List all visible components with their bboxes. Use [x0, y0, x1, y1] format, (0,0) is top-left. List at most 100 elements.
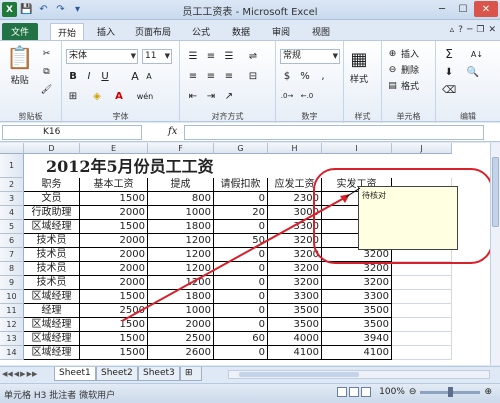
job-title-cell[interactable]: 技术员 [24, 262, 80, 276]
row-header[interactable]: 4 [0, 206, 24, 220]
column-header[interactable]: E [80, 143, 148, 154]
align-center-icon[interactable]: ≡ [204, 69, 218, 83]
row-header[interactable]: 7 [0, 248, 24, 262]
zoom-knob[interactable] [448, 386, 454, 397]
table-header-cell[interactable]: 职务 [24, 178, 80, 192]
table-cell[interactable]: 2000 [148, 318, 214, 332]
horizontal-scroll-thumb[interactable] [239, 372, 359, 377]
table-cell[interactable]: 0 [214, 220, 268, 234]
format-painter-button[interactable]: 🖌 [40, 83, 53, 96]
currency-button[interactable]: $ [280, 69, 294, 83]
row-header[interactable]: 11 [0, 304, 24, 318]
insert-cells-button[interactable]: ⊕ 插入 [386, 47, 419, 61]
job-title-cell[interactable]: 行政助理 [24, 206, 80, 220]
grow-font-button[interactable]: A [128, 69, 142, 83]
table-header-cell[interactable]: 请假扣款 [214, 178, 268, 192]
table-cell[interactable]: 2000 [80, 262, 148, 276]
table-cell[interactable]: 3500 [268, 304, 322, 318]
grid-cell[interactable] [392, 304, 452, 318]
font-size-select[interactable]: 11 ▼ [142, 49, 172, 64]
table-cell[interactable]: 1000 [148, 206, 214, 220]
table-header-cell[interactable]: 提成 [148, 178, 214, 192]
table-cell[interactable]: 60 [214, 332, 268, 346]
table-cell[interactable]: 50 [214, 234, 268, 248]
table-cell[interactable]: 4100 [322, 346, 392, 360]
table-cell[interactable]: 2500 [148, 332, 214, 346]
font-name-select[interactable]: 宋体 ▼ [66, 49, 138, 64]
fill-icon[interactable]: ⬇ [442, 65, 456, 79]
format-cells-button[interactable]: ▤ 格式 [386, 79, 419, 93]
page-layout-view-icon[interactable] [349, 387, 360, 397]
table-cell[interactable]: 0 [214, 290, 268, 304]
minimize-button[interactable]: ─ [432, 1, 452, 17]
job-title-cell[interactable]: 经理 [24, 304, 80, 318]
delete-cells-button[interactable]: ⊖ 删除 [386, 63, 419, 77]
row-header[interactable]: 1 [0, 154, 24, 178]
table-cell[interactable]: 0 [214, 192, 268, 206]
job-title-cell[interactable]: 区域经理 [24, 290, 80, 304]
zoom-level[interactable]: 100% [379, 387, 405, 397]
align-left-icon[interactable]: ≡ [186, 69, 200, 83]
phonetic-button[interactable]: wén [134, 89, 156, 103]
zoom-slider[interactable] [420, 386, 481, 397]
help-icon[interactable]: ? [458, 25, 463, 35]
table-cell[interactable]: 800 [148, 192, 214, 206]
tab-home[interactable]: 开始 [50, 23, 84, 40]
grid-cell[interactable] [392, 318, 452, 332]
table-cell[interactable]: 3500 [268, 318, 322, 332]
align-middle-icon[interactable]: ≡ [204, 49, 218, 63]
vertical-scroll-thumb[interactable] [492, 157, 499, 227]
row-header[interactable]: 9 [0, 276, 24, 290]
zoom-out-icon[interactable]: ⊖ [409, 387, 417, 397]
table-cell[interactable]: 3200 [268, 276, 322, 290]
insert-function-icon[interactable]: fx [168, 126, 177, 137]
row-header[interactable]: 12 [0, 318, 24, 332]
last-sheet-icon[interactable]: ▶▶ [27, 370, 38, 378]
grid-cell[interactable] [392, 276, 452, 290]
increase-indent-icon[interactable]: ⇥ [204, 89, 218, 103]
sort-filter-button[interactable]: A↓ [466, 47, 488, 61]
table-cell[interactable]: 1200 [148, 276, 214, 290]
find-select-button[interactable]: 🔍 [466, 65, 480, 79]
copy-button[interactable]: ⧉ [40, 65, 53, 78]
table-cell[interactable]: 1500 [80, 192, 148, 206]
tab-insert[interactable]: 插入 [90, 23, 122, 40]
tab-formulas[interactable]: 公式 [186, 23, 216, 40]
table-cell[interactable]: 20 [214, 206, 268, 220]
table-cell[interactable]: 3200 [322, 276, 392, 290]
name-box[interactable]: K16 [2, 125, 142, 140]
decrease-indent-icon[interactable]: ⇤ [186, 89, 200, 103]
formula-input[interactable] [184, 125, 484, 140]
comma-button[interactable]: , [316, 69, 330, 83]
vertical-scrollbar[interactable] [490, 143, 500, 365]
job-title-cell[interactable]: 区域经理 [24, 332, 80, 346]
font-color-button[interactable]: A [112, 89, 126, 103]
workbook-minimize-icon[interactable]: ─ [467, 25, 472, 35]
table-cell[interactable]: 1500 [80, 332, 148, 346]
zoom-in-icon[interactable]: ⊕ [484, 387, 492, 397]
row-header[interactable]: 14 [0, 346, 24, 360]
table-cell[interactable]: 1200 [148, 248, 214, 262]
workbook-restore-icon[interactable]: ❐ [476, 25, 484, 35]
prev-sheet-icon[interactable]: ◀ [14, 370, 19, 378]
row-header[interactable]: 8 [0, 262, 24, 276]
row-header[interactable]: 3 [0, 192, 24, 206]
table-cell[interactable]: 1200 [148, 262, 214, 276]
table-cell[interactable]: 0 [214, 304, 268, 318]
number-format-select[interactable]: 常规 ▼ [280, 49, 340, 64]
italic-button[interactable]: I [82, 69, 96, 83]
table-cell[interactable]: 3940 [322, 332, 392, 346]
align-top-icon[interactable]: ☰ [186, 49, 200, 63]
table-cell[interactable]: 0 [214, 318, 268, 332]
tab-page-layout[interactable]: 页面布局 [128, 23, 178, 40]
horizontal-scrollbar[interactable] [228, 370, 490, 379]
table-cell[interactable]: 0 [214, 276, 268, 290]
table-cell[interactable]: 3500 [322, 318, 392, 332]
normal-view-icon[interactable] [337, 387, 348, 397]
tab-file[interactable]: 文件 [2, 23, 38, 40]
increase-decimal-icon[interactable]: .0→ [280, 89, 294, 103]
align-right-icon[interactable]: ≡ [222, 69, 236, 83]
table-cell[interactable]: 3200 [322, 262, 392, 276]
table-cell[interactable]: 0 [214, 248, 268, 262]
column-header[interactable]: F [148, 143, 214, 154]
